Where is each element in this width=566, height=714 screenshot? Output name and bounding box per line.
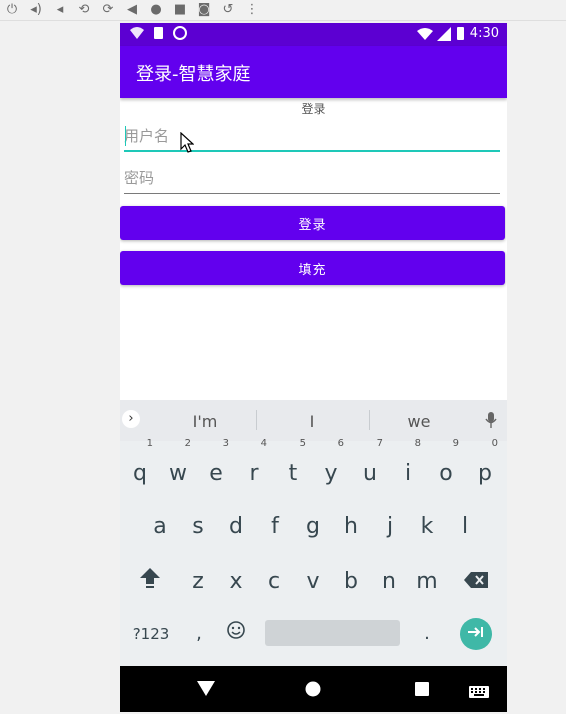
form-heading: 登录	[301, 102, 326, 116]
key-w[interactable]: w2	[161, 438, 195, 496]
rotate-right-icon[interactable]: ⟳	[100, 2, 116, 18]
suggestion-item[interactable]: I'm	[165, 412, 245, 431]
password-underline	[124, 193, 500, 194]
status-bar: 4:30	[120, 23, 507, 46]
suggestion-divider	[256, 410, 257, 430]
password-field[interactable]	[124, 164, 500, 194]
navigation-bar	[120, 666, 507, 712]
soft-keyboard: › I'm I we q1 w2 e3 r4 t5 y6 u7 i8 o9 p0…	[120, 400, 507, 666]
microphone-icon[interactable]	[485, 412, 497, 432]
key-o[interactable]: o9	[429, 438, 463, 496]
suggestion-divider	[369, 410, 370, 430]
nav-home-icon[interactable]	[305, 681, 321, 701]
key-p[interactable]: p0	[468, 438, 502, 496]
key-g[interactable]: g	[296, 505, 330, 549]
wifi-signal-icon	[416, 27, 433, 41]
comma-key[interactable]: ,	[182, 612, 216, 656]
key-k[interactable]: k	[410, 505, 444, 549]
key-x[interactable]: x	[219, 560, 253, 604]
emoji-icon	[226, 621, 246, 646]
replay-icon[interactable]: ↺	[220, 2, 236, 18]
key-i[interactable]: i8	[391, 438, 425, 496]
key-v[interactable]: v	[296, 560, 330, 604]
back-icon[interactable]: ◀	[124, 2, 140, 18]
enter-arrow-icon	[468, 623, 484, 644]
key-z[interactable]: z	[181, 560, 215, 604]
key-l[interactable]: l	[448, 505, 482, 549]
suggestion-item[interactable]: we	[379, 412, 459, 431]
status-time: 4:30	[469, 26, 499, 41]
key-b[interactable]: b	[334, 560, 368, 604]
password-input[interactable]	[124, 164, 500, 192]
key-t[interactable]: t5	[276, 438, 310, 496]
emoji-key[interactable]	[219, 612, 253, 656]
backspace-key[interactable]	[459, 560, 493, 604]
battery-icon	[456, 27, 464, 40]
suggestion-item[interactable]: I	[272, 412, 352, 431]
key-j[interactable]: j	[373, 505, 407, 549]
text-cursor	[125, 126, 126, 146]
power-icon[interactable]: ⏻	[4, 2, 20, 18]
circle-icon	[173, 26, 187, 40]
app-title: 登录-智慧家庭	[136, 64, 251, 85]
key-e[interactable]: e3	[199, 438, 233, 496]
emulator-toolbar: ⏻ ◂) ◂ ⟲ ⟳ ◀ ● ■ ◙ ↺ ⋮	[0, 0, 566, 20]
key-y[interactable]: y6	[314, 438, 348, 496]
nav-recents-icon[interactable]	[415, 681, 429, 700]
key-f[interactable]: f	[258, 505, 292, 549]
expand-arrow-icon[interactable]: ›	[122, 410, 140, 428]
enter-key[interactable]	[460, 618, 492, 650]
symbols-key[interactable]: ?123	[126, 612, 176, 656]
camera-icon[interactable]: ◙	[196, 2, 212, 18]
keyboard-switch-icon[interactable]	[469, 683, 489, 702]
fill-button[interactable]: 填充	[120, 251, 505, 285]
more-icon[interactable]: ⋮	[244, 2, 260, 18]
username-field[interactable]	[124, 122, 500, 153]
mouse-pointer-icon	[180, 131, 195, 158]
shift-icon	[139, 568, 161, 594]
period-key[interactable]: .	[410, 612, 444, 656]
wifi-icon	[130, 26, 144, 40]
home-icon[interactable]: ●	[148, 2, 164, 18]
sd-card-icon	[154, 27, 163, 39]
nav-back-icon[interactable]	[197, 681, 215, 701]
volume-down-icon[interactable]: ◂	[52, 2, 68, 18]
key-u[interactable]: u7	[353, 438, 387, 496]
cell-signal-icon	[436, 26, 451, 41]
toolbar-divider	[0, 20, 566, 21]
login-button[interactable]: 登录	[120, 206, 505, 240]
key-c[interactable]: c	[257, 560, 291, 604]
spacebar[interactable]	[265, 620, 400, 646]
key-q[interactable]: q1	[123, 438, 157, 496]
key-a[interactable]: a	[143, 505, 177, 549]
backspace-icon	[464, 569, 488, 594]
volume-up-icon[interactable]: ◂)	[28, 2, 44, 18]
suggestion-strip: › I'm I we	[120, 400, 507, 441]
phone-screen: 4:30 登录-智慧家庭 登录 登录 填充 › I'm I we	[120, 23, 507, 712]
key-h[interactable]: h	[334, 505, 368, 549]
app-bar: 登录-智慧家庭	[120, 46, 507, 98]
key-n[interactable]: n	[372, 560, 406, 604]
key-s[interactable]: s	[181, 505, 215, 549]
overview-icon[interactable]: ■	[172, 2, 188, 18]
rotate-left-icon[interactable]: ⟲	[76, 2, 92, 18]
key-m[interactable]: m	[410, 560, 444, 604]
key-d[interactable]: d	[219, 505, 253, 549]
key-r[interactable]: r4	[237, 438, 271, 496]
shift-key[interactable]	[133, 560, 167, 604]
